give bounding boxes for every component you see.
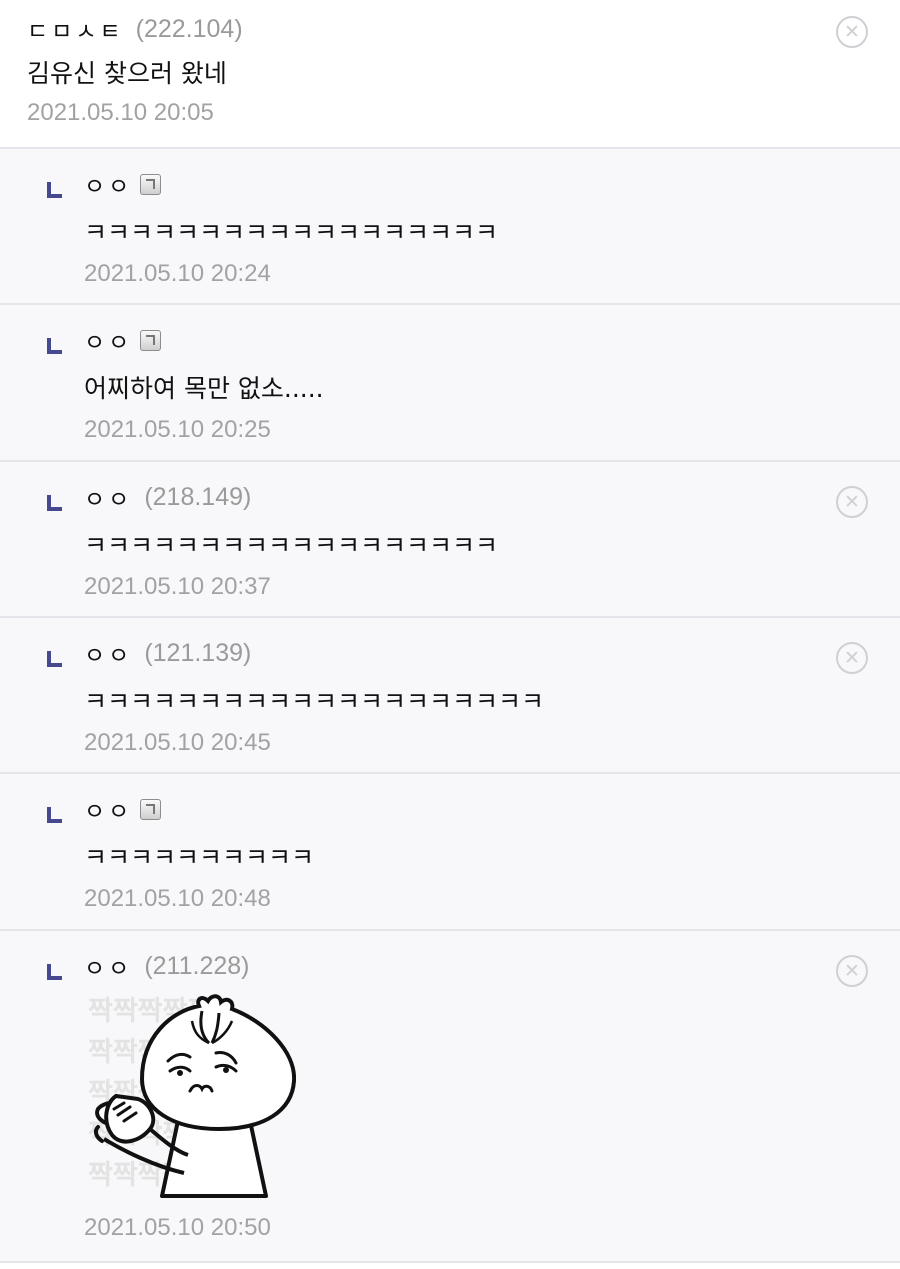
reply-item: ㅇㅇ (218.149) ㅋㅋㅋㅋㅋㅋㅋㅋㅋㅋㅋㅋㅋㅋㅋㅋㅋㅋ 2021.05.… (0, 462, 900, 618)
comment-nickname[interactable]: ㅇㅇ (84, 792, 132, 826)
comment-date: 2021.05.10 20:24 (84, 260, 271, 287)
sticker-image: 짝짝짝짝짝 짝짝짝짝짝 짝짝짝짝짝 짝짝짝짝짝 짝짝짝짝짝 (84, 991, 296, 1209)
delete-icon[interactable]: ✕ (836, 642, 868, 674)
comment-header: ㅇㅇ (84, 792, 900, 826)
reply-item: ㅇㅇ (211.228) 짝짝짝짝짝 짝짝짝짝짝 짝짝짝짝짝 짝짝짝짝짝 짝짝짝… (0, 931, 900, 1263)
comment-text: ㅋㅋㅋㅋㅋㅋㅋㅋㅋㅋㅋㅋㅋㅋㅋㅋㅋㅋ (84, 218, 499, 247)
comment-header: ㅇㅇ (84, 323, 900, 357)
comment-header: ㅇㅇ (84, 167, 900, 201)
comment-text: ㅋㅋㅋㅋㅋㅋㅋㅋㅋㅋㅋㅋㅋㅋㅋㅋㅋㅋㅋㅋ (84, 687, 545, 716)
fixed-user-badge-icon (140, 329, 162, 351)
reply-item: ㅇㅇ (121.139) ㅋㅋㅋㅋㅋㅋㅋㅋㅋㅋㅋㅋㅋㅋㅋㅋㅋㅋㅋㅋ 2021.0… (0, 618, 900, 774)
reply-item: ㅇㅇ 어찌하여 목만 없소..... 2021.05.10 20:25 (0, 305, 900, 462)
comment-header: ㅇㅇ (121.139) (84, 636, 900, 670)
comment-date: 2021.05.10 20:48 (84, 885, 271, 912)
comment-ip: (218.149) (144, 482, 252, 511)
reply-arrow-icon (47, 495, 62, 511)
comment-text: ㅋㅋㅋㅋㅋㅋㅋㅋㅋㅋㅋㅋㅋㅋㅋㅋㅋㅋ (84, 531, 499, 560)
comment-date: 2021.05.10 20:25 (84, 416, 271, 443)
comment-text: ㅋㅋㅋㅋㅋㅋㅋㅋㅋㅋ (84, 843, 315, 872)
comment-nickname[interactable]: ㅇㅇ (84, 636, 132, 670)
comment-ip: (211.228) (144, 951, 250, 980)
comment-date: 2021.05.10 20:45 (84, 729, 271, 756)
comment-nickname[interactable]: ㅇㅇ (84, 323, 132, 357)
comment-nickname[interactable]: ㅇㅇ (84, 949, 132, 983)
comment-item: ㄷㅁㅅㅌ (222.104) 김유신 찾으러 왔네 2021.05.10 20:… (0, 0, 900, 149)
comment-ip: (121.139) (144, 638, 252, 667)
reply-arrow-icon (47, 807, 62, 823)
comment-ip: (222.104) (135, 14, 243, 43)
comment-header: ㅇㅇ (211.228) (84, 949, 900, 983)
reply-arrow-icon (47, 964, 62, 980)
reply-arrow-icon (47, 651, 62, 667)
reply-arrow-icon (47, 338, 62, 354)
delete-icon[interactable]: ✕ (836, 16, 868, 48)
delete-icon[interactable]: ✕ (836, 486, 868, 518)
reply-arrow-icon (47, 182, 62, 198)
comment-text: 김유신 찾으러 왔네 (27, 59, 227, 88)
comment-date: 2021.05.10 20:50 (84, 1214, 271, 1241)
fixed-user-badge-icon (140, 173, 162, 195)
reply-item: ㅇㅇ ㅋㅋㅋㅋㅋㅋㅋㅋㅋㅋ 2021.05.10 20:48 (0, 774, 900, 931)
delete-icon[interactable]: ✕ (836, 955, 868, 987)
comment-date: 2021.05.10 20:05 (27, 99, 214, 126)
comment-date: 2021.05.10 20:37 (84, 573, 271, 600)
comment-nickname[interactable]: ㅇㅇ (84, 480, 132, 514)
comment-header: ㄷㅁㅅㅌ (222.104) (27, 12, 900, 46)
dumpling-clapping-sticker-icon (93, 994, 296, 1198)
reply-item: ㅇㅇ ㅋㅋㅋㅋㅋㅋㅋㅋㅋㅋㅋㅋㅋㅋㅋㅋㅋㅋ 2021.05.10 20:24 (0, 149, 900, 305)
comment-header: ㅇㅇ (218.149) (84, 480, 900, 514)
comment-text: 어찌하여 목만 없소..... (84, 374, 324, 403)
fixed-user-badge-icon (140, 798, 162, 820)
comment-nickname[interactable]: ㅇㅇ (84, 167, 132, 201)
comment-nickname[interactable]: ㄷㅁㅅㅌ (27, 12, 124, 46)
